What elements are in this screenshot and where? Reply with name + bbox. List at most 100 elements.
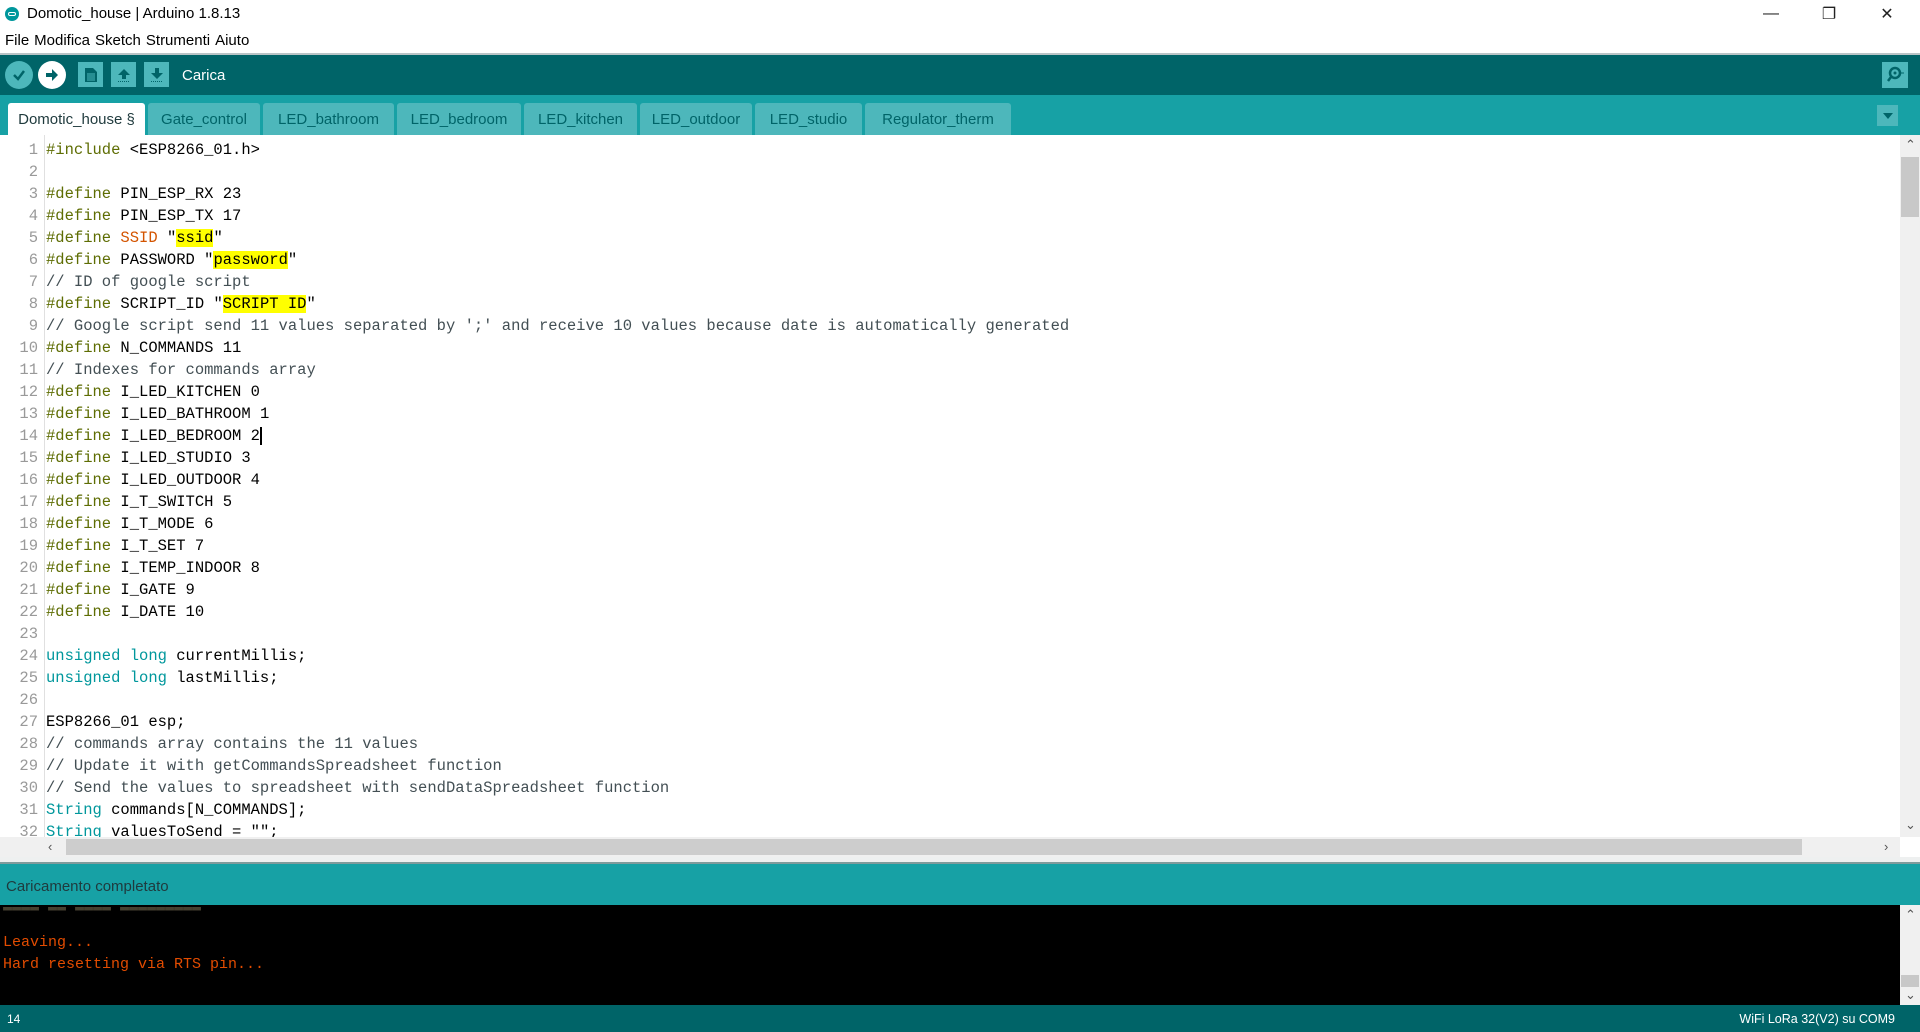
- code-line[interactable]: 18 #define I_T_MODE 6: [0, 513, 213, 535]
- code-token: PASSWORD ": [111, 251, 214, 269]
- menu-sketch[interactable]: Sketch: [90, 28, 141, 49]
- tab-label: LED_kitchen: [537, 110, 624, 128]
- code-line[interactable]: 17 #define I_T_SWITCH 5: [0, 491, 232, 513]
- code-line[interactable]: 15 #define I_LED_STUDIO 3: [0, 447, 250, 469]
- arrow-up-icon: [117, 68, 130, 82]
- serial-monitor-button[interactable]: [1882, 62, 1908, 88]
- code-line[interactable]: 22 #define I_DATE 10: [0, 601, 204, 623]
- upload-button[interactable]: [38, 61, 66, 89]
- console-output[interactable]: ▬▬▬▬ ▬▬ ▬▬▬▬ ▬▬▬▬▬▬▬▬▬ Leaving... Hard r…: [0, 905, 1900, 1005]
- code-line[interactable]: 29 // Update it with getCommandsSpreadshe…: [0, 755, 501, 777]
- code-token: #define: [46, 427, 112, 445]
- window-title: Domotic_house | Arduino 1.8.13: [27, 5, 241, 22]
- line-number: 5: [28, 229, 38, 247]
- scroll-thumb[interactable]: [1901, 157, 1919, 217]
- code-line[interactable]: 2: [0, 161, 46, 183]
- save-sketch-button[interactable]: [144, 62, 169, 87]
- tab-domotic-house[interactable]: Domotic_house §: [8, 103, 145, 135]
- scroll-down-icon[interactable]: ⌄: [1905, 987, 1916, 1003]
- tab-led-studio[interactable]: LED_studio: [755, 103, 862, 135]
- code-line[interactable]: 19 #define I_T_SET 7: [0, 535, 204, 557]
- code-line[interactable]: 5 #define SSID "ssid": [0, 227, 223, 249]
- tab-label: LED_studio: [769, 110, 848, 128]
- code-token: #define: [46, 515, 112, 533]
- new-sketch-button[interactable]: [78, 62, 103, 87]
- menu-modifica[interactable]: Modifica: [29, 28, 90, 49]
- console-scrollbar[interactable]: ⌃ ⌄: [1900, 905, 1920, 1005]
- close-button[interactable]: ✕: [1858, 0, 1916, 28]
- editor-horizontal-scrollbar[interactable]: ‹ ›: [0, 837, 1900, 857]
- code-line[interactable]: 12 #define I_LED_KITCHEN 0: [0, 381, 260, 403]
- restore-button[interactable]: ❐: [1800, 0, 1858, 28]
- code-token: password: [213, 251, 288, 269]
- code-token: commands[N_COMMANDS];: [101, 801, 307, 819]
- sketch-tabs: Domotic_house § Gate_control LED_bathroo…: [0, 95, 1920, 135]
- line-number: 29: [19, 757, 38, 775]
- scroll-left-icon[interactable]: ‹: [48, 839, 52, 854]
- tab-label: Gate_control: [161, 110, 247, 128]
- tab-regulator-therm[interactable]: Regulator_therm: [865, 103, 1011, 135]
- code-line[interactable]: 11 // Indexes for commands array: [0, 359, 315, 381]
- code-line[interactable]: 27 ESP8266_01 esp;: [0, 711, 185, 733]
- code-token: lastMillis;: [166, 669, 279, 687]
- code-editor[interactable]: 1 #include <ESP8266_01.h> 2 3 #define PIN_ES…: [0, 135, 1900, 837]
- line-number: 24: [19, 647, 38, 665]
- code-line[interactable]: 31 String commands[N_COMMANDS];: [0, 799, 306, 821]
- tab-led-bathroom[interactable]: LED_bathroom: [263, 103, 394, 135]
- editor-vertical-scrollbar[interactable]: ⌃ ⌄: [1900, 135, 1920, 837]
- code-token: SSID: [111, 229, 158, 247]
- tab-menu-button[interactable]: [1877, 105, 1898, 126]
- code-line[interactable]: 23: [0, 623, 46, 645]
- code-line[interactable]: 3 #define PIN_ESP_RX 23: [0, 183, 242, 205]
- title-bar: Domotic_house | Arduino 1.8.13 — ❐ ✕: [0, 0, 1920, 28]
- scroll-thumb[interactable]: [66, 839, 1802, 855]
- code-line[interactable]: 7 // ID of google script: [0, 271, 251, 293]
- tab-gate-control[interactable]: Gate_control: [148, 103, 260, 135]
- line-number: 20: [19, 559, 38, 577]
- line-number: 16: [19, 471, 38, 489]
- magnifier-icon: [1887, 66, 1904, 82]
- scroll-right-icon[interactable]: ›: [1884, 839, 1888, 854]
- scroll-thumb[interactable]: [1901, 975, 1919, 987]
- open-sketch-button[interactable]: [111, 62, 136, 87]
- code-line[interactable]: 10 #define N_COMMANDS 11: [0, 337, 241, 359]
- code-line[interactable]: 32 String valuesToSend = "";: [0, 821, 278, 837]
- code-token: I_LED_KITCHEN 0: [111, 383, 260, 401]
- menu-file[interactable]: File: [0, 28, 29, 49]
- scroll-down-icon[interactable]: ⌄: [1905, 817, 1916, 833]
- code-line[interactable]: 9 // Google script send 11 values separat…: [0, 315, 1069, 337]
- code-line[interactable]: 21 #define I_GATE 9: [0, 579, 194, 601]
- code-token: SCRIPT_ID ": [111, 295, 223, 313]
- code-line[interactable]: 6 #define PASSWORD "password": [0, 249, 297, 271]
- minimize-button[interactable]: —: [1742, 0, 1800, 28]
- code-line[interactable]: 1 #include <ESP8266_01.h>: [0, 139, 260, 161]
- splitter[interactable]: [0, 857, 1920, 864]
- code-line[interactable]: 24 unsigned long currentMillis;: [0, 645, 306, 667]
- code-line[interactable]: 28 // commands array contains the 11 valu…: [0, 733, 418, 755]
- arrow-right-icon: [46, 69, 58, 81]
- code-line[interactable]: 14 #define I_LED_BEDROOM 2: [0, 425, 262, 447]
- code-line[interactable]: 8 #define SCRIPT_ID "SCRIPT ID": [0, 293, 316, 315]
- code-line[interactable]: 30 // Send the values to spreadsheet with…: [0, 777, 669, 799]
- scroll-up-icon[interactable]: ⌃: [1905, 907, 1916, 923]
- code-token: #define: [46, 295, 112, 313]
- line-number: 10: [19, 339, 38, 357]
- scroll-up-icon[interactable]: ⌃: [1905, 137, 1916, 153]
- line-number: 28: [19, 735, 38, 753]
- line-number: 9: [28, 317, 38, 335]
- tab-led-kitchen[interactable]: LED_kitchen: [524, 103, 637, 135]
- tab-led-bedroom[interactable]: LED_bedroom: [397, 103, 521, 135]
- code-line[interactable]: 20 #define I_TEMP_INDOOR 8: [0, 557, 260, 579]
- menu-strumenti[interactable]: Strumenti: [141, 28, 210, 49]
- code-line[interactable]: 26: [0, 689, 46, 711]
- menu-aiuto[interactable]: Aiuto: [210, 28, 249, 49]
- code-line[interactable]: 4 #define PIN_ESP_TX 17: [0, 205, 242, 227]
- code-line[interactable]: 25 unsigned long lastMillis;: [0, 667, 279, 689]
- code-token: #define: [46, 339, 112, 357]
- code-line[interactable]: 13 #define I_LED_BATHROOM 1: [0, 403, 269, 425]
- line-number: 18: [19, 515, 38, 533]
- verify-button[interactable]: [5, 61, 33, 89]
- code-token: String: [46, 801, 102, 819]
- tab-led-outdoor[interactable]: LED_outdoor: [640, 103, 752, 135]
- code-line[interactable]: 16 #define I_LED_OUTDOOR 4: [0, 469, 260, 491]
